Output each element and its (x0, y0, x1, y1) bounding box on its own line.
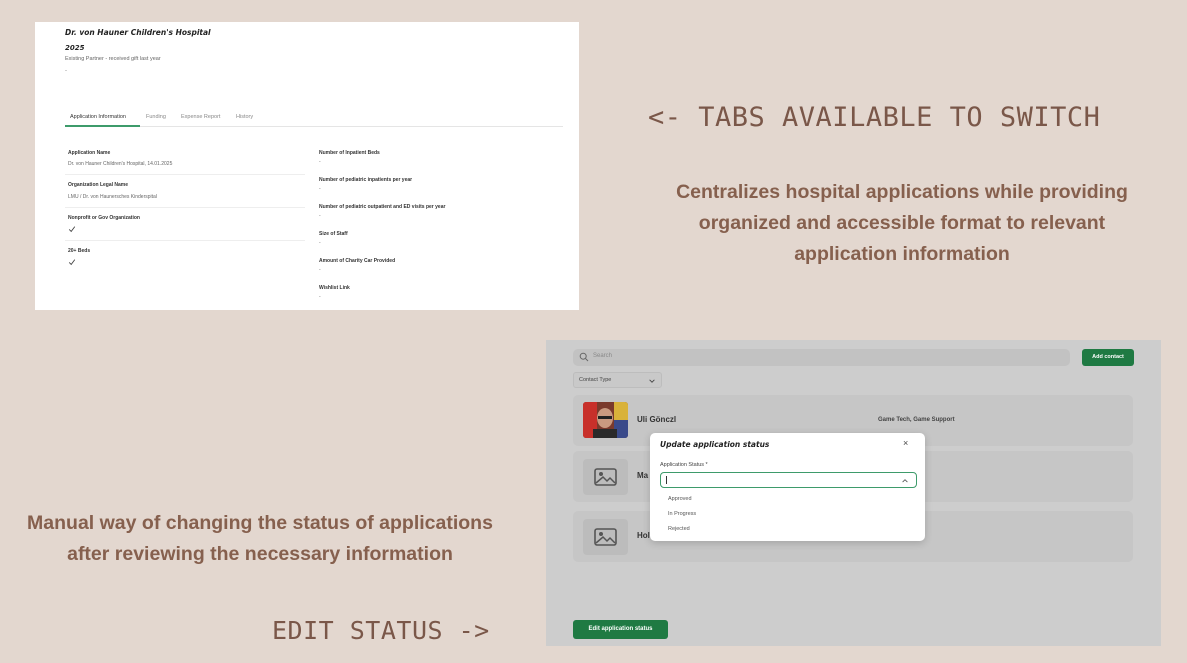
add-contact-button[interactable]: Add contact (1082, 349, 1134, 366)
active-tab-indicator (65, 125, 140, 127)
contact-tags: Game Tech, Game Support (878, 417, 955, 423)
field-value-pediatric-inpatients: - (319, 186, 321, 192)
field-label-20-beds: 20+ Beds (68, 248, 91, 254)
search-placeholder: Search (593, 353, 613, 359)
contact-name: Ma (637, 471, 649, 480)
tab-bar: Application Information Funding Expense … (65, 112, 563, 127)
edit-application-status-button[interactable]: Edit application status (573, 620, 668, 639)
tab-application-information[interactable]: Application Information (70, 114, 126, 120)
chevron-up-icon (902, 479, 908, 483)
field-value-size-of-staff: - (319, 240, 321, 246)
tab-history[interactable]: History (236, 114, 253, 120)
description-placeholder: - (65, 68, 67, 74)
field-label-nonprofit: Nonprofit or Gov Organization (68, 215, 140, 221)
search-input[interactable]: Search (573, 349, 1070, 366)
field-label-wishlist-link: Wishlist Link (319, 285, 350, 291)
contact-type-label: Contact Type (579, 377, 612, 383)
chevron-down-icon (649, 379, 655, 383)
field-value-charity-care: - (319, 267, 321, 273)
field-label-size-of-staff: Size of Staff (319, 231, 348, 237)
status-description: Manual way of changing the status of app… (27, 512, 493, 565)
avatar (583, 519, 628, 555)
tab-expense-report[interactable]: Expense Report (181, 114, 220, 120)
option-rejected[interactable]: Rejected (668, 526, 690, 532)
contact-type-select[interactable]: Contact Type (573, 372, 662, 388)
close-icon[interactable]: × (903, 438, 908, 448)
application-year: 2025 (65, 44, 85, 52)
hospital-title: Dr. von Hauner Children's Hospital (65, 28, 211, 37)
option-in-progress[interactable]: In Progress (668, 511, 696, 517)
field-label-pediatric-inpatients: Number of pediatric inpatients per year (319, 177, 413, 183)
update-status-modal: Update application status × Application … (650, 433, 925, 541)
avatar (583, 459, 628, 495)
status-dropdown: Approved In Progress Rejected (660, 489, 917, 539)
field-value-pediatric-outpatient: - (319, 213, 321, 219)
field-label-application-name: Application Name (68, 150, 111, 156)
search-icon (579, 352, 589, 362)
field-label-inpatient-beds: Number of Inpatient Beds (319, 150, 380, 156)
status-field-label: Application Status * (660, 462, 708, 468)
contact-name: Uli Gönczl (637, 415, 677, 424)
hospital-application-screenshot: Dr. von Hauner Children's Hospital 2025 … (35, 22, 579, 310)
field-label-pediatric-outpatient: Number of pediatric outpatient and ED vi… (319, 204, 446, 210)
status-select[interactable] (660, 472, 917, 488)
field-label-organization-legal-name: Organization Legal Name (68, 182, 129, 188)
tabs-annotation: <- TABS AVAILABLE TO SWITCH (648, 102, 1101, 133)
image-placeholder-icon (594, 468, 617, 486)
partner-status: Existing Partner - received gift last ye… (65, 56, 161, 62)
divider (65, 174, 305, 175)
field-value-organization-legal-name: LMU / Dr. von Haunersches Kinderspital (68, 194, 157, 200)
text-cursor (666, 476, 667, 484)
divider (65, 240, 305, 241)
option-approved[interactable]: Approved (668, 496, 692, 502)
field-label-charity-care: Amount of Charity Car Provided (319, 258, 396, 264)
tab-funding[interactable]: Funding (146, 114, 166, 120)
check-icon (68, 259, 76, 266)
modal-title: Update application status (660, 440, 770, 449)
tabs-description: Centralizes hospital applications while … (676, 181, 1128, 265)
check-icon (68, 226, 76, 233)
field-value-wishlist-link: - (319, 294, 321, 300)
image-placeholder-icon (594, 528, 617, 546)
field-value-application-name: Dr. von Hauner Children's Hospital, 14.0… (68, 161, 173, 167)
contacts-status-screenshot: Search Add contact Contact Type Uli Gönc… (546, 340, 1161, 646)
avatar (583, 402, 628, 438)
edit-status-annotation: EDIT STATUS -> (272, 616, 490, 645)
divider (65, 207, 305, 208)
field-value-inpatient-beds: - (319, 159, 321, 165)
